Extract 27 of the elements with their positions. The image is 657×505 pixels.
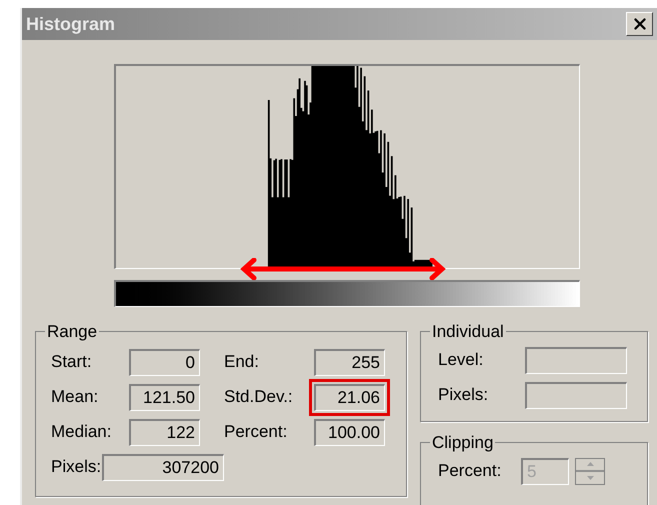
field-label: Percent: xyxy=(224,421,288,444)
group-title: Clipping xyxy=(431,432,494,454)
field-label: Percent: xyxy=(438,460,502,482)
value-field[interactable]: 255 xyxy=(314,348,385,376)
spin-button[interactable] xyxy=(575,458,605,484)
close-button[interactable] xyxy=(626,12,653,36)
group-title: Range xyxy=(46,321,98,343)
value-field[interactable]: 0 xyxy=(129,348,200,376)
value-field[interactable]: 122 xyxy=(129,418,200,446)
field-label: Median: xyxy=(51,421,112,444)
value-field[interactable]: 100.00 xyxy=(314,418,385,446)
field-label: Mean: xyxy=(51,386,100,408)
field-label: End: xyxy=(224,351,260,374)
field-label: Start: xyxy=(51,351,93,374)
down-arrow-icon xyxy=(586,476,594,480)
value-field[interactable]: 307200 xyxy=(102,454,224,480)
up-arrow-icon xyxy=(586,462,594,466)
value-field[interactable]: 21.06 xyxy=(314,384,385,410)
window-title: Histogram xyxy=(26,12,116,36)
field-label: Std.Dev.: xyxy=(224,386,294,408)
value-field[interactable] xyxy=(525,382,627,408)
field-label: Pixels: xyxy=(438,384,490,406)
field-label: Pixels: xyxy=(51,456,102,478)
value-field[interactable] xyxy=(525,346,627,374)
field-label: Level: xyxy=(438,349,484,372)
value-field[interactable]: 121.50 xyxy=(129,384,200,410)
group-title: Individual xyxy=(431,321,505,343)
